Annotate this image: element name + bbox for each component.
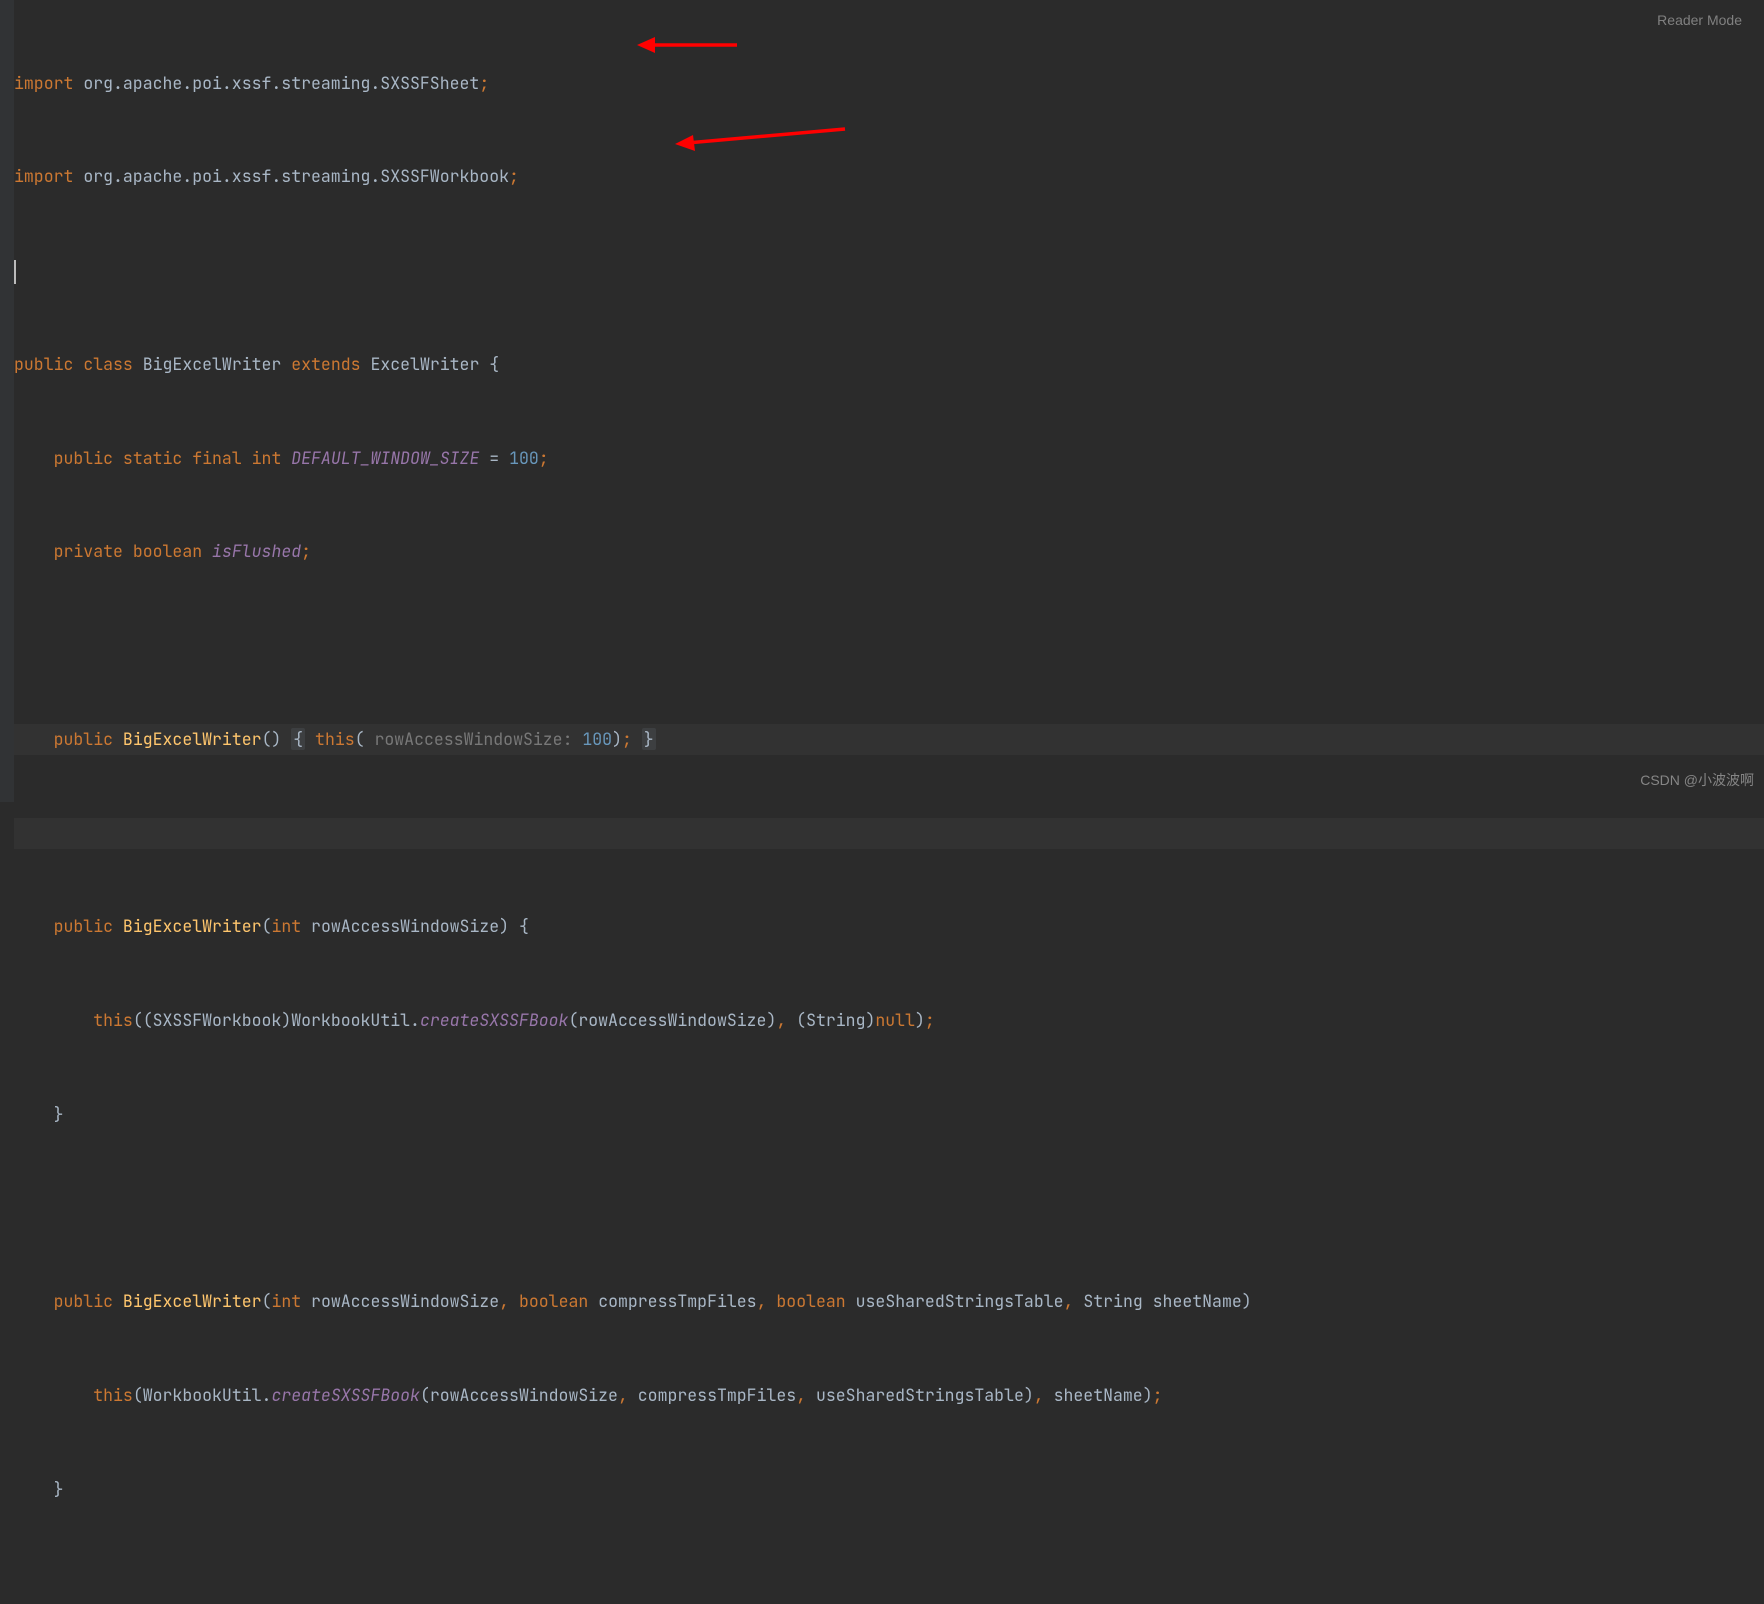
code-line: private boolean isFlushed; — [14, 536, 1764, 567]
code-line: } — [14, 1099, 1764, 1130]
code-line: public class BigExcelWriter extends Exce… — [14, 349, 1764, 380]
text-caret — [14, 260, 16, 284]
code-line — [14, 1568, 1764, 1599]
code-editor[interactable]: import org.apache.poi.xssf.streaming.SXS… — [14, 0, 1764, 1604]
code-line: public BigExcelWriter() { this( rowAcces… — [14, 724, 1764, 755]
code-line: this((SXSSFWorkbook)WorkbookUtil.createS… — [14, 1005, 1764, 1036]
code-line: public BigExcelWriter(int rowAccessWindo… — [14, 1286, 1764, 1317]
code-line — [14, 630, 1764, 661]
code-line — [14, 818, 1764, 849]
reader-mode-label[interactable]: Reader Mode — [1657, 5, 1742, 36]
annotation-arrow-2 — [675, 117, 875, 157]
code-line: import org.apache.poi.xssf.streaming.SXS… — [14, 161, 1764, 192]
code-line — [14, 255, 1764, 286]
code-line: public static final int DEFAULT_WINDOW_S… — [14, 443, 1764, 474]
gutter — [0, 0, 14, 802]
code-line — [14, 1193, 1764, 1224]
code-line: this(WorkbookUtil.createSXSSFBook(rowAcc… — [14, 1380, 1764, 1411]
code-line: import org.apache.poi.xssf.streaming.SXS… — [14, 68, 1764, 99]
watermark: CSDN @小波波啊 — [1640, 765, 1754, 796]
annotation-arrow-1 — [637, 30, 837, 70]
code-line: public BigExcelWriter(int rowAccessWindo… — [14, 911, 1764, 942]
code-line: } — [14, 1474, 1764, 1505]
